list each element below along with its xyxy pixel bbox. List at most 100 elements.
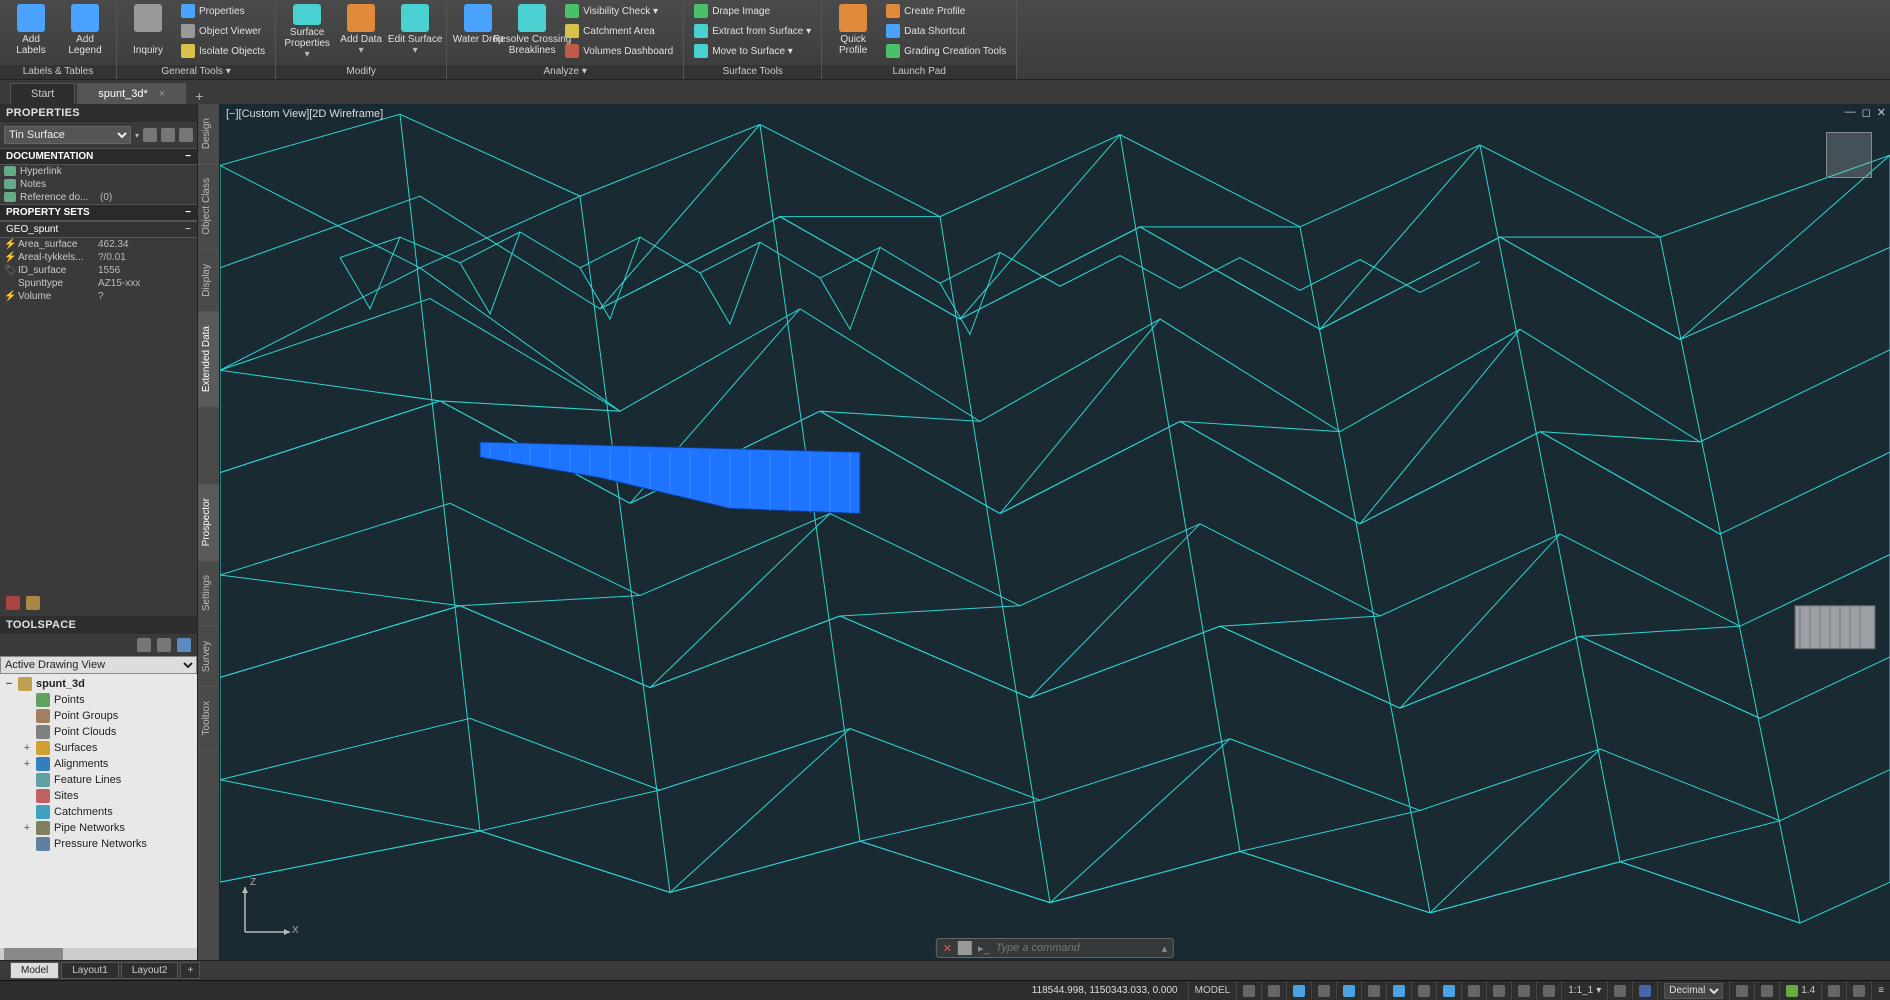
prop-value[interactable]: (0) [100,192,191,203]
object-type-select[interactable]: Tin Surface [4,126,131,144]
prop-section-header[interactable]: DOCUMENTATION− [0,148,197,165]
close-icon[interactable]: ✕ [1877,106,1886,119]
tree-item[interactable]: Pressure Networks [0,836,197,852]
tree-item[interactable]: Points [0,692,197,708]
ucs-axis-icon[interactable]: Z X [230,877,300,950]
create-profile[interactable]: Create Profile [882,2,1010,20]
recent-commands-icon[interactable] [958,941,972,955]
prop-row[interactable]: ⚡Volume? [0,290,197,303]
close-icon[interactable]: ✕ [943,942,952,955]
viewport-label[interactable]: [−][Custom View][2D Wireframe] [226,108,383,120]
volumes-dashboard[interactable]: Volumes Dashboard [561,42,677,60]
close-icon[interactable]: × [159,88,165,100]
command-input[interactable] [996,942,1156,954]
prop-row[interactable]: SpunttypeAZ15-xxx [0,277,197,290]
toolspace-view-select[interactable]: Active Drawing View [0,656,197,674]
cleanscreen-icon[interactable] [1846,981,1871,1000]
vtab-display[interactable]: Display [198,250,219,312]
toolspace-tree[interactable]: −spunt_3dPointsPoint GroupsPoint Clouds+… [0,674,197,949]
chevron-up-icon[interactable]: ▴ [1162,942,1168,955]
lwt-icon[interactable] [1461,981,1486,1000]
tree-item[interactable]: Catchments [0,804,197,820]
ducs-icon[interactable] [1411,981,1436,1000]
object-viewer[interactable]: Object Viewer [177,22,269,40]
drape-image[interactable]: Drape Image [690,2,815,20]
selection-cycle-icon[interactable] [1511,981,1536,1000]
tree-item[interactable]: Sites [0,788,197,804]
prop-value[interactable]: AZ15-xxx [98,278,191,289]
visibility-check[interactable]: Visibility Check ▾ [561,2,677,20]
annotation-scale[interactable]: 1:1_1 ▾ [1561,981,1607,1000]
prop-row[interactable]: Reference do...(0) [0,191,197,204]
vtab-survey[interactable]: Survey [198,627,219,687]
minimize-icon[interactable]: — [1845,106,1856,119]
help-icon[interactable] [177,638,191,652]
doctab-spunt3d[interactable]: spunt_3d* × [77,83,186,104]
ts-icon[interactable] [137,638,151,652]
add-layout-button[interactable]: + [180,962,200,979]
maximize-icon[interactable]: ◻ [1862,106,1871,119]
model-space-button[interactable]: MODEL [1188,981,1237,1000]
prop-row[interactable]: ⚡Area_surface462.34 [0,238,197,251]
tree-hscroll[interactable] [0,948,197,960]
prop-value[interactable]: 462.34 [98,239,191,250]
catchment-area[interactable]: Catchment Area [561,22,677,40]
doctab-start[interactable]: Start [10,83,75,104]
properties[interactable]: Properties [177,2,269,20]
layout-tab-1[interactable]: Layout1 [61,962,119,979]
tree-item[interactable]: +Pipe Networks [0,820,197,836]
prop-value[interactable]: ? [98,291,191,302]
dyn-icon[interactable] [1436,981,1461,1000]
surface-properties[interactable]: Surface Properties▾ [282,2,332,60]
prop-value[interactable]: ?/0.01 [98,252,191,263]
snap-icon[interactable] [1261,981,1286,1000]
transparency-icon[interactable] [1486,981,1511,1000]
move-surface[interactable]: Move to Surface ▾ [690,42,815,60]
3dosnap-icon[interactable] [1361,981,1386,1000]
hardware-accel-icon[interactable]: 1.4 [1779,981,1821,1000]
tree-item[interactable]: Point Groups [0,708,197,724]
data-shortcut[interactable]: Data Shortcut [882,22,1010,40]
tree-twisty[interactable]: + [22,742,32,754]
prop-row[interactable]: Hyperlink [0,165,197,178]
prop-row[interactable]: 🏷ID_surface1556 [0,264,197,277]
pick-object-icon[interactable] [161,128,175,142]
prop-row[interactable]: Notes [0,178,197,191]
view-cube[interactable] [1826,132,1872,178]
tree-item[interactable]: +Surfaces [0,740,197,756]
grading-tools[interactable]: Grading Creation Tools [882,42,1010,60]
toggle-pim-icon[interactable] [179,128,193,142]
tree-twisty[interactable]: − [4,678,14,690]
vtab-settings[interactable]: Settings [198,561,219,626]
tree-item[interactable]: Point Clouds [0,724,197,740]
layout-tab-2[interactable]: Layout2 [121,962,179,979]
annoscale-icon[interactable] [1607,981,1632,1000]
ts-icon[interactable] [157,638,171,652]
vtab-design[interactable]: Design [198,104,219,164]
command-bar[interactable]: ✕ ▸_ ▴ [936,938,1174,958]
ortho-icon[interactable] [1286,981,1311,1000]
quickprops-icon[interactable] [1729,981,1754,1000]
workspace-icon[interactable] [1632,981,1657,1000]
new-tab-button[interactable]: + [188,88,210,104]
edit-surface[interactable]: Edit Surface ▾ [390,2,440,60]
vtab-extended-data[interactable]: Extended Data [198,312,219,407]
vtab-toolbox[interactable]: Toolbox [198,687,219,750]
quick-select-icon[interactable] [143,128,157,142]
otrack-icon[interactable] [1386,981,1411,1000]
extract-surface[interactable]: Extract from Surface ▾ [690,22,815,40]
prop-value[interactable]: 1556 [98,265,191,276]
customize-icon[interactable]: ≡ [1871,981,1890,1000]
isolate-objects[interactable]: Isolate Objects [177,42,269,60]
quick-profile[interactable]: Quick Profile [828,2,878,60]
prop-value[interactable] [100,166,191,177]
polar-icon[interactable] [1311,981,1336,1000]
prop-footer-icon[interactable] [6,596,20,610]
tree-item[interactable]: Feature Lines [0,772,197,788]
tree-item[interactable]: +Alignments [0,756,197,772]
viewport[interactable]: [−][Custom View][2D Wireframe] — ◻ ✕ [220,104,1890,960]
grid-icon[interactable] [1236,981,1261,1000]
units-select[interactable]: Decimal [1657,981,1729,1000]
prop-subsection[interactable]: GEO_spunt− [0,221,197,238]
add-legend[interactable]: Add Legend [60,2,110,60]
